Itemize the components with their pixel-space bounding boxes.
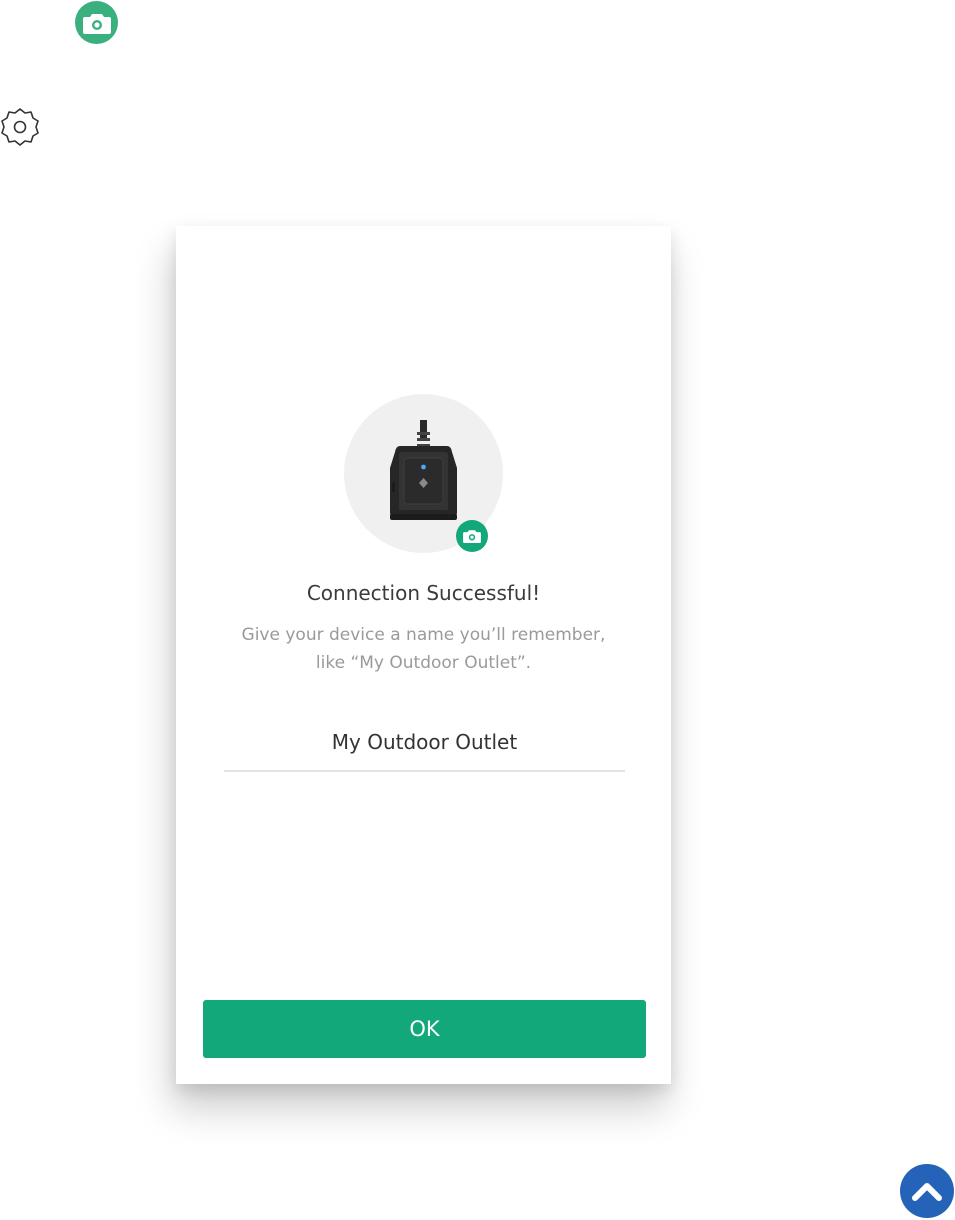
ok-button[interactable]: OK	[203, 1000, 646, 1058]
dialog-title: Connection Successful!	[306, 581, 541, 605]
gear-icon[interactable]	[0, 107, 40, 147]
page: Connection Successful! Give your device …	[0, 0, 955, 1220]
camera-icon	[82, 13, 111, 34]
change-device-photo-button[interactable]	[456, 520, 488, 552]
chevron-up-icon	[912, 1183, 942, 1201]
device-name-input[interactable]	[224, 724, 625, 772]
description-line-2: like “My Outdoor Outlet”.	[315, 653, 532, 673]
connection-success-dialog: Connection Successful! Give your device …	[176, 226, 671, 1084]
camera-icon	[463, 530, 481, 543]
description-line-1: Give your device a name you’ll remember,	[241, 625, 606, 645]
camera-button[interactable]	[75, 1, 118, 44]
scroll-to-top-button[interactable]	[900, 1164, 954, 1218]
dialog-description: Give your device a name you’ll remember,…	[216, 621, 631, 677]
